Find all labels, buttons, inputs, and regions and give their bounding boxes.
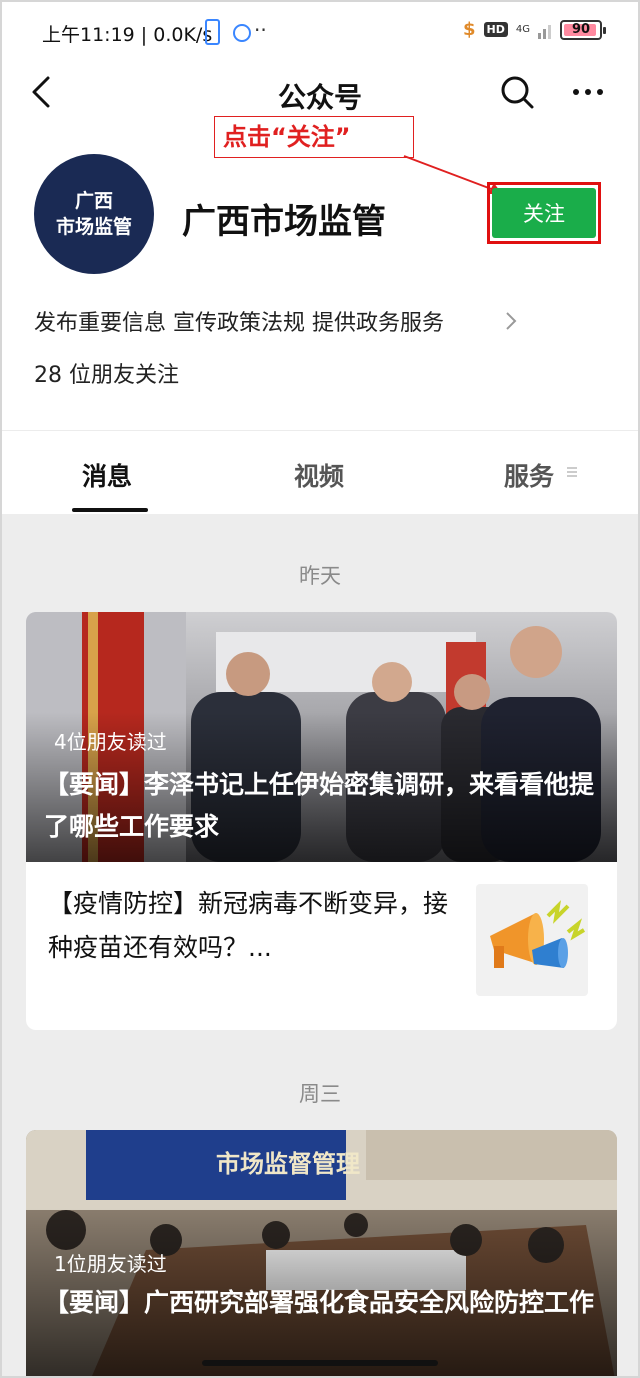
hero-article-title[interactable]: 【要闻】广西研究部署强化食品安全风险防控工作 [44, 1282, 599, 1324]
article-title[interactable]: 【疫情防控】新冠病毒不断变异，接种疫苗还有效吗？... [48, 882, 448, 970]
annotation-callout: 点击“关注” [214, 116, 414, 158]
menu-icon [567, 467, 577, 477]
status-bar: 上午11:19 | 0.0K/s ·· $ HD 4G 90 [2, 2, 638, 62]
date-label: 昨天 [299, 564, 341, 588]
follow-button[interactable]: 关注 [492, 188, 596, 238]
divider [2, 430, 638, 431]
tab-services[interactable]: 服务 [504, 457, 554, 493]
app-frame: 上午11:19 | 0.0K/s ·· $ HD 4G 90 公众号 点击“关注… [0, 0, 640, 1378]
tab-messages[interactable]: 消息 [82, 457, 132, 493]
battery-level: 90 [571, 21, 591, 37]
avatar-line-2: 市场监管 [55, 216, 132, 238]
nav-bar: 公众号 [2, 62, 638, 122]
message-feed: 昨天 4位朋友读过 【要闻】李泽书记上任伊始密集调研，来看看他提了哪些工作要求 … [2, 514, 638, 1376]
app-notify-icon: $ [463, 19, 476, 40]
article-card[interactable]: 市场监督管理 1位朋友读过 【要闻】广西研究部署强化食品安全风险防控工作 [26, 1130, 617, 1376]
account-name: 广西市场监管 [182, 202, 386, 242]
search-icon[interactable] [497, 72, 537, 112]
home-indicator[interactable] [202, 1360, 438, 1366]
battery-icon: 90 [560, 19, 606, 40]
read-count: 1位朋友读过 [54, 1252, 167, 1276]
account-description[interactable]: 发布重要信息 宣传政策法规 提供政务服务 [34, 305, 444, 337]
hero-article[interactable]: 4位朋友读过 【要闻】李泽书记上任伊始密集调研，来看看他提了哪些工作要求 [26, 612, 617, 862]
avatar: 广西 市场监管 [34, 154, 154, 274]
status-right: $ HD 4G 90 [463, 19, 606, 40]
hero-article[interactable]: 市场监督管理 1位朋友读过 【要闻】广西研究部署强化食品安全风险防控工作 [26, 1130, 617, 1376]
alarm-icon [233, 24, 251, 42]
signal-icon [538, 21, 552, 39]
network-type: 4G [515, 23, 530, 35]
status-more-dots: ·· [254, 18, 267, 42]
banner-text: 市场监督管理 [216, 1150, 360, 1178]
page-title: 公众号 [277, 81, 362, 114]
tab-active-indicator [72, 508, 148, 512]
tab-videos[interactable]: 视频 [294, 457, 344, 493]
list-item[interactable]: 【疫情防控】新冠病毒不断变异，接种疫苗还有效吗？... [26, 862, 617, 1028]
read-count: 4位朋友读过 [54, 730, 167, 754]
date-label: 周三 [299, 1082, 341, 1106]
status-time-speed: 上午11:19 | 0.0K/s [42, 24, 213, 46]
avatar-line-1: 广西 [74, 190, 113, 212]
more-icon[interactable] [568, 72, 608, 112]
followers-count: 28 位朋友关注 [34, 363, 179, 388]
chevron-right-icon[interactable] [502, 308, 520, 334]
article-card[interactable]: 4位朋友读过 【要闻】李泽书记上任伊始密集调研，来看看他提了哪些工作要求 【疫情… [26, 612, 617, 1030]
hero-article-title[interactable]: 【要闻】李泽书记上任伊始密集调研，来看看他提了哪些工作要求 [44, 764, 599, 848]
phone-icon [205, 19, 220, 45]
megaphone-icon [476, 884, 588, 996]
hd-icon: HD [483, 22, 508, 37]
